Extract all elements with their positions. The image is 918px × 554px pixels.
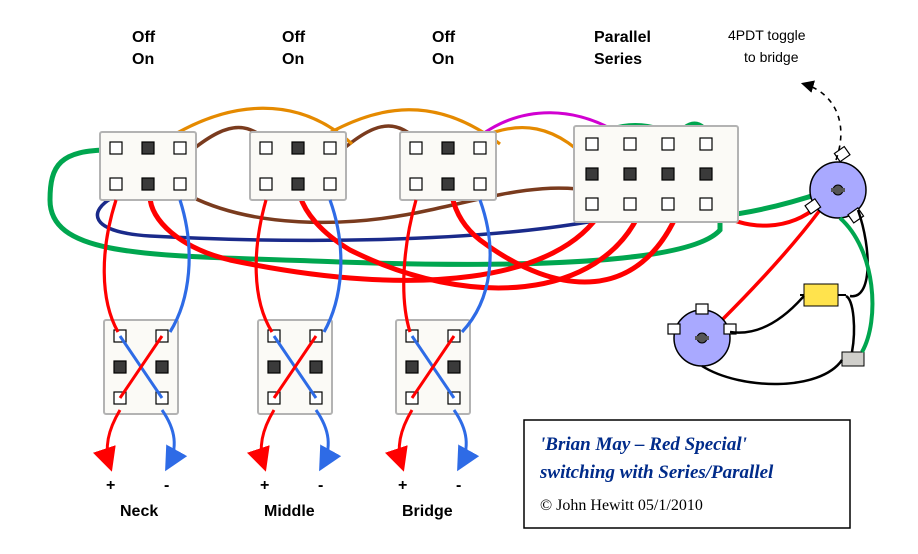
volume-pot (805, 147, 866, 223)
switch-onoff-neck (100, 132, 196, 200)
neck-plus: + (106, 477, 115, 494)
switch-onoff-bridge (400, 132, 496, 200)
label-series: Series (594, 51, 642, 68)
label-on-1: On (132, 51, 154, 68)
label-4pdt-1: 4PDT toggle (728, 27, 806, 43)
label-on-2: On (282, 51, 304, 68)
label-parallel: Parallel (594, 29, 651, 46)
caption-subtitle: switching with Series/Parallel (539, 462, 774, 483)
switch-phase-neck (104, 320, 178, 414)
switch-phase-middle (258, 320, 332, 414)
caption-title: 'Brian May – Red Special' (540, 434, 747, 455)
wiring-diagram: Off On Off On Off On Parallel Series 4PD… (0, 0, 918, 554)
switch-phase-bridge (396, 320, 470, 414)
switch-onoff-middle (250, 132, 346, 200)
middle-name: Middle (264, 503, 315, 520)
middle-minus: - (318, 477, 323, 494)
label-off-1: Off (132, 29, 156, 46)
label-4pdt-2: to bridge (744, 49, 799, 65)
neck-name: Neck (120, 503, 158, 520)
caption-copy: © John Hewitt 05/1/2010 (540, 497, 703, 514)
label-on-3: On (432, 51, 454, 68)
switch-4pdt-series-parallel (574, 126, 738, 222)
ground-plate (842, 352, 864, 366)
bridge-plus: + (398, 477, 407, 494)
label-off-3: Off (432, 29, 456, 46)
bridge-name: Bridge (402, 503, 453, 520)
tone-pot (668, 304, 736, 366)
bridge-minus: - (456, 477, 461, 494)
tone-capacitor (804, 284, 838, 306)
label-off-2: Off (282, 29, 306, 46)
toggle-bridge-arrow (804, 84, 841, 160)
neck-minus: - (164, 477, 169, 494)
middle-plus: + (260, 477, 269, 494)
